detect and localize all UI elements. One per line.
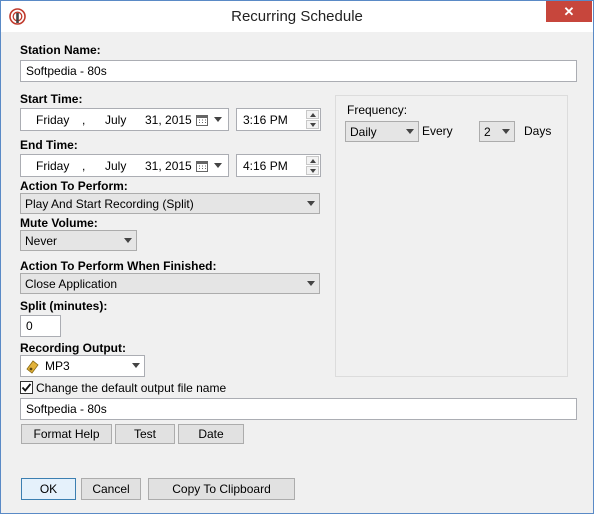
end-weekday: Friday bbox=[36, 159, 70, 173]
copy-to-clipboard-button[interactable]: Copy To Clipboard bbox=[148, 478, 295, 500]
caret-up-icon bbox=[310, 113, 316, 117]
start-time-picker[interactable]: 3:16 PM bbox=[236, 108, 321, 131]
start-time-value: 3:16 PM bbox=[243, 113, 288, 127]
caret-up-icon bbox=[310, 159, 316, 163]
chevron-down-icon bbox=[214, 117, 222, 122]
calendar-icon bbox=[196, 161, 208, 172]
frequency-value: Daily bbox=[350, 125, 377, 139]
ok-button[interactable]: OK bbox=[21, 478, 76, 500]
chevron-down-icon bbox=[502, 129, 510, 134]
window-title: Recurring Schedule bbox=[231, 8, 363, 25]
recording-output-select[interactable]: MP3 bbox=[20, 355, 145, 377]
end-month: July bbox=[105, 159, 127, 173]
mute-volume-label: Mute Volume: bbox=[20, 216, 98, 230]
split-label: Split (minutes): bbox=[20, 299, 108, 313]
action-finished-select[interactable]: Close Application bbox=[20, 273, 320, 294]
mute-volume-select[interactable]: Never bbox=[20, 230, 137, 251]
music-file-icon bbox=[26, 360, 39, 374]
end-date-picker[interactable]: Friday , July 31, 2015 bbox=[20, 154, 229, 177]
recurring-schedule-window: Recurring Schedule ✕ Station Name: Softp… bbox=[0, 0, 594, 514]
days-label: Days bbox=[524, 124, 552, 138]
end-time-spinner[interactable] bbox=[306, 156, 319, 175]
station-name-label: Station Name: bbox=[20, 43, 101, 57]
start-date-picker[interactable]: Friday , July 31, 2015 bbox=[20, 108, 229, 131]
chevron-down-icon bbox=[406, 129, 414, 134]
action-finished-label: Action To Perform When Finished: bbox=[20, 259, 217, 273]
format-help-button[interactable]: Format Help bbox=[21, 424, 112, 444]
action-finished-value: Close Application bbox=[25, 277, 118, 291]
end-time-label: End Time: bbox=[20, 138, 78, 152]
start-day-year: 31, 2015 bbox=[145, 113, 192, 127]
dialog-body: Station Name: Softpedia - 80s Start Time… bbox=[9, 32, 585, 506]
mute-volume-value: Never bbox=[25, 234, 58, 248]
recording-output-value: MP3 bbox=[45, 359, 70, 373]
test-button[interactable]: Test bbox=[115, 424, 175, 444]
checkmark-icon bbox=[21, 383, 32, 392]
spin-up-button[interactable] bbox=[306, 156, 319, 165]
end-time-value: 4:16 PM bbox=[243, 159, 288, 173]
caret-down-icon bbox=[310, 123, 316, 127]
spin-down-button[interactable] bbox=[306, 166, 319, 175]
output-file-name-input[interactable]: Softpedia - 80s bbox=[20, 398, 577, 420]
change-name-label: Change the default output file name bbox=[36, 381, 227, 395]
split-minutes-input[interactable]: 0 bbox=[20, 315, 61, 337]
start-weekday: Friday bbox=[36, 113, 70, 127]
chevron-down-icon bbox=[307, 201, 315, 206]
end-sep: , bbox=[82, 159, 86, 173]
start-sep: , bbox=[82, 113, 86, 127]
station-name-input[interactable]: Softpedia - 80s bbox=[20, 60, 577, 82]
start-month: July bbox=[105, 113, 127, 127]
calendar-icon bbox=[196, 115, 208, 126]
end-day-year: 31, 2015 bbox=[145, 159, 192, 173]
every-value: 2 bbox=[484, 125, 491, 139]
date-button[interactable]: Date bbox=[178, 424, 244, 444]
spin-down-button[interactable] bbox=[306, 120, 319, 129]
chevron-down-icon bbox=[132, 363, 140, 368]
chevron-down-icon bbox=[307, 281, 315, 286]
every-label: Every bbox=[422, 124, 453, 138]
action-value: Play And Start Recording (Split) bbox=[25, 197, 194, 211]
caret-down-icon bbox=[310, 169, 316, 173]
chevron-down-icon bbox=[124, 238, 132, 243]
change-name-checkbox[interactable] bbox=[20, 381, 33, 394]
chevron-down-icon bbox=[214, 163, 222, 168]
cancel-button[interactable]: Cancel bbox=[81, 478, 141, 500]
action-label: Action To Perform: bbox=[20, 179, 128, 193]
start-time-label: Start Time: bbox=[20, 92, 83, 106]
end-time-picker[interactable]: 4:16 PM bbox=[236, 154, 321, 177]
action-select[interactable]: Play And Start Recording (Split) bbox=[20, 193, 320, 214]
close-button[interactable]: ✕ bbox=[546, 1, 592, 22]
frequency-select[interactable]: Daily bbox=[345, 121, 419, 142]
frequency-label: Frequency: bbox=[347, 103, 408, 117]
frequency-panel: Frequency: Daily Every 2 Days bbox=[335, 95, 568, 377]
spin-up-button[interactable] bbox=[306, 110, 319, 119]
recording-output-label: Recording Output: bbox=[20, 341, 126, 355]
title-bar: Recurring Schedule ✕ bbox=[1, 1, 593, 32]
start-time-spinner[interactable] bbox=[306, 110, 319, 129]
every-select[interactable]: 2 bbox=[479, 121, 515, 142]
